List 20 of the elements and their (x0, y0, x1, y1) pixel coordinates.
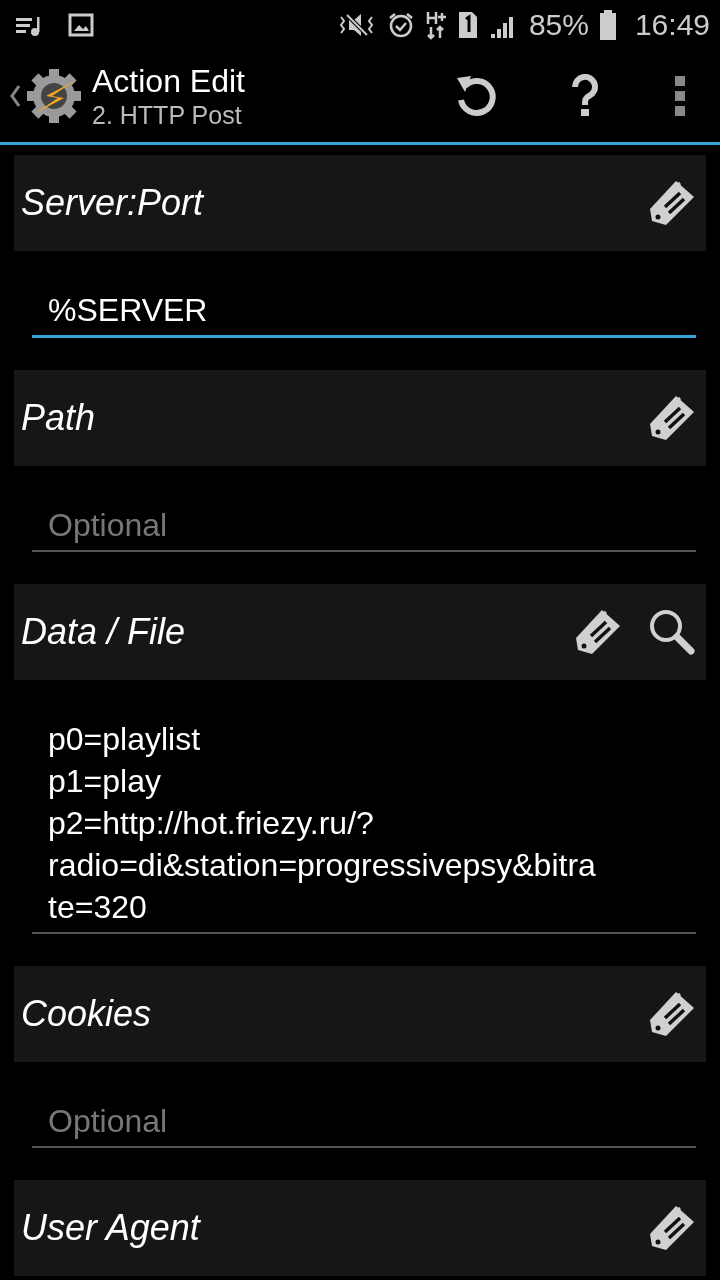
app-logo (24, 66, 84, 126)
text-field[interactable]: Optional (32, 1086, 696, 1148)
image-icon (68, 13, 94, 37)
section-label: Data / File (21, 611, 186, 653)
text-field[interactable]: %SERVER (32, 275, 696, 338)
text-field[interactable]: p0=playlist p1=play p2=http://hot.friezy.ru/? radio=di&station=progressivepsy&bitra te=320 (32, 704, 696, 934)
section-label: Cookies (21, 993, 152, 1035)
help-icon (570, 74, 600, 118)
data-transfer-icon (424, 10, 447, 40)
section-label: User Agent (21, 1207, 200, 1249)
battery-icon (598, 9, 617, 41)
screen-title: Action Edit (92, 62, 246, 100)
more-icon (673, 74, 687, 118)
section-label: Server:Port (21, 182, 204, 224)
clock: 16:49 (634, 8, 710, 42)
text-field[interactable]: Optional (32, 490, 696, 552)
screen-subtitle: 2. HTTP Post (92, 100, 243, 130)
sim-card-icon (456, 10, 479, 40)
battery-percent: 85% (528, 8, 589, 42)
section-label: Path (21, 397, 96, 439)
